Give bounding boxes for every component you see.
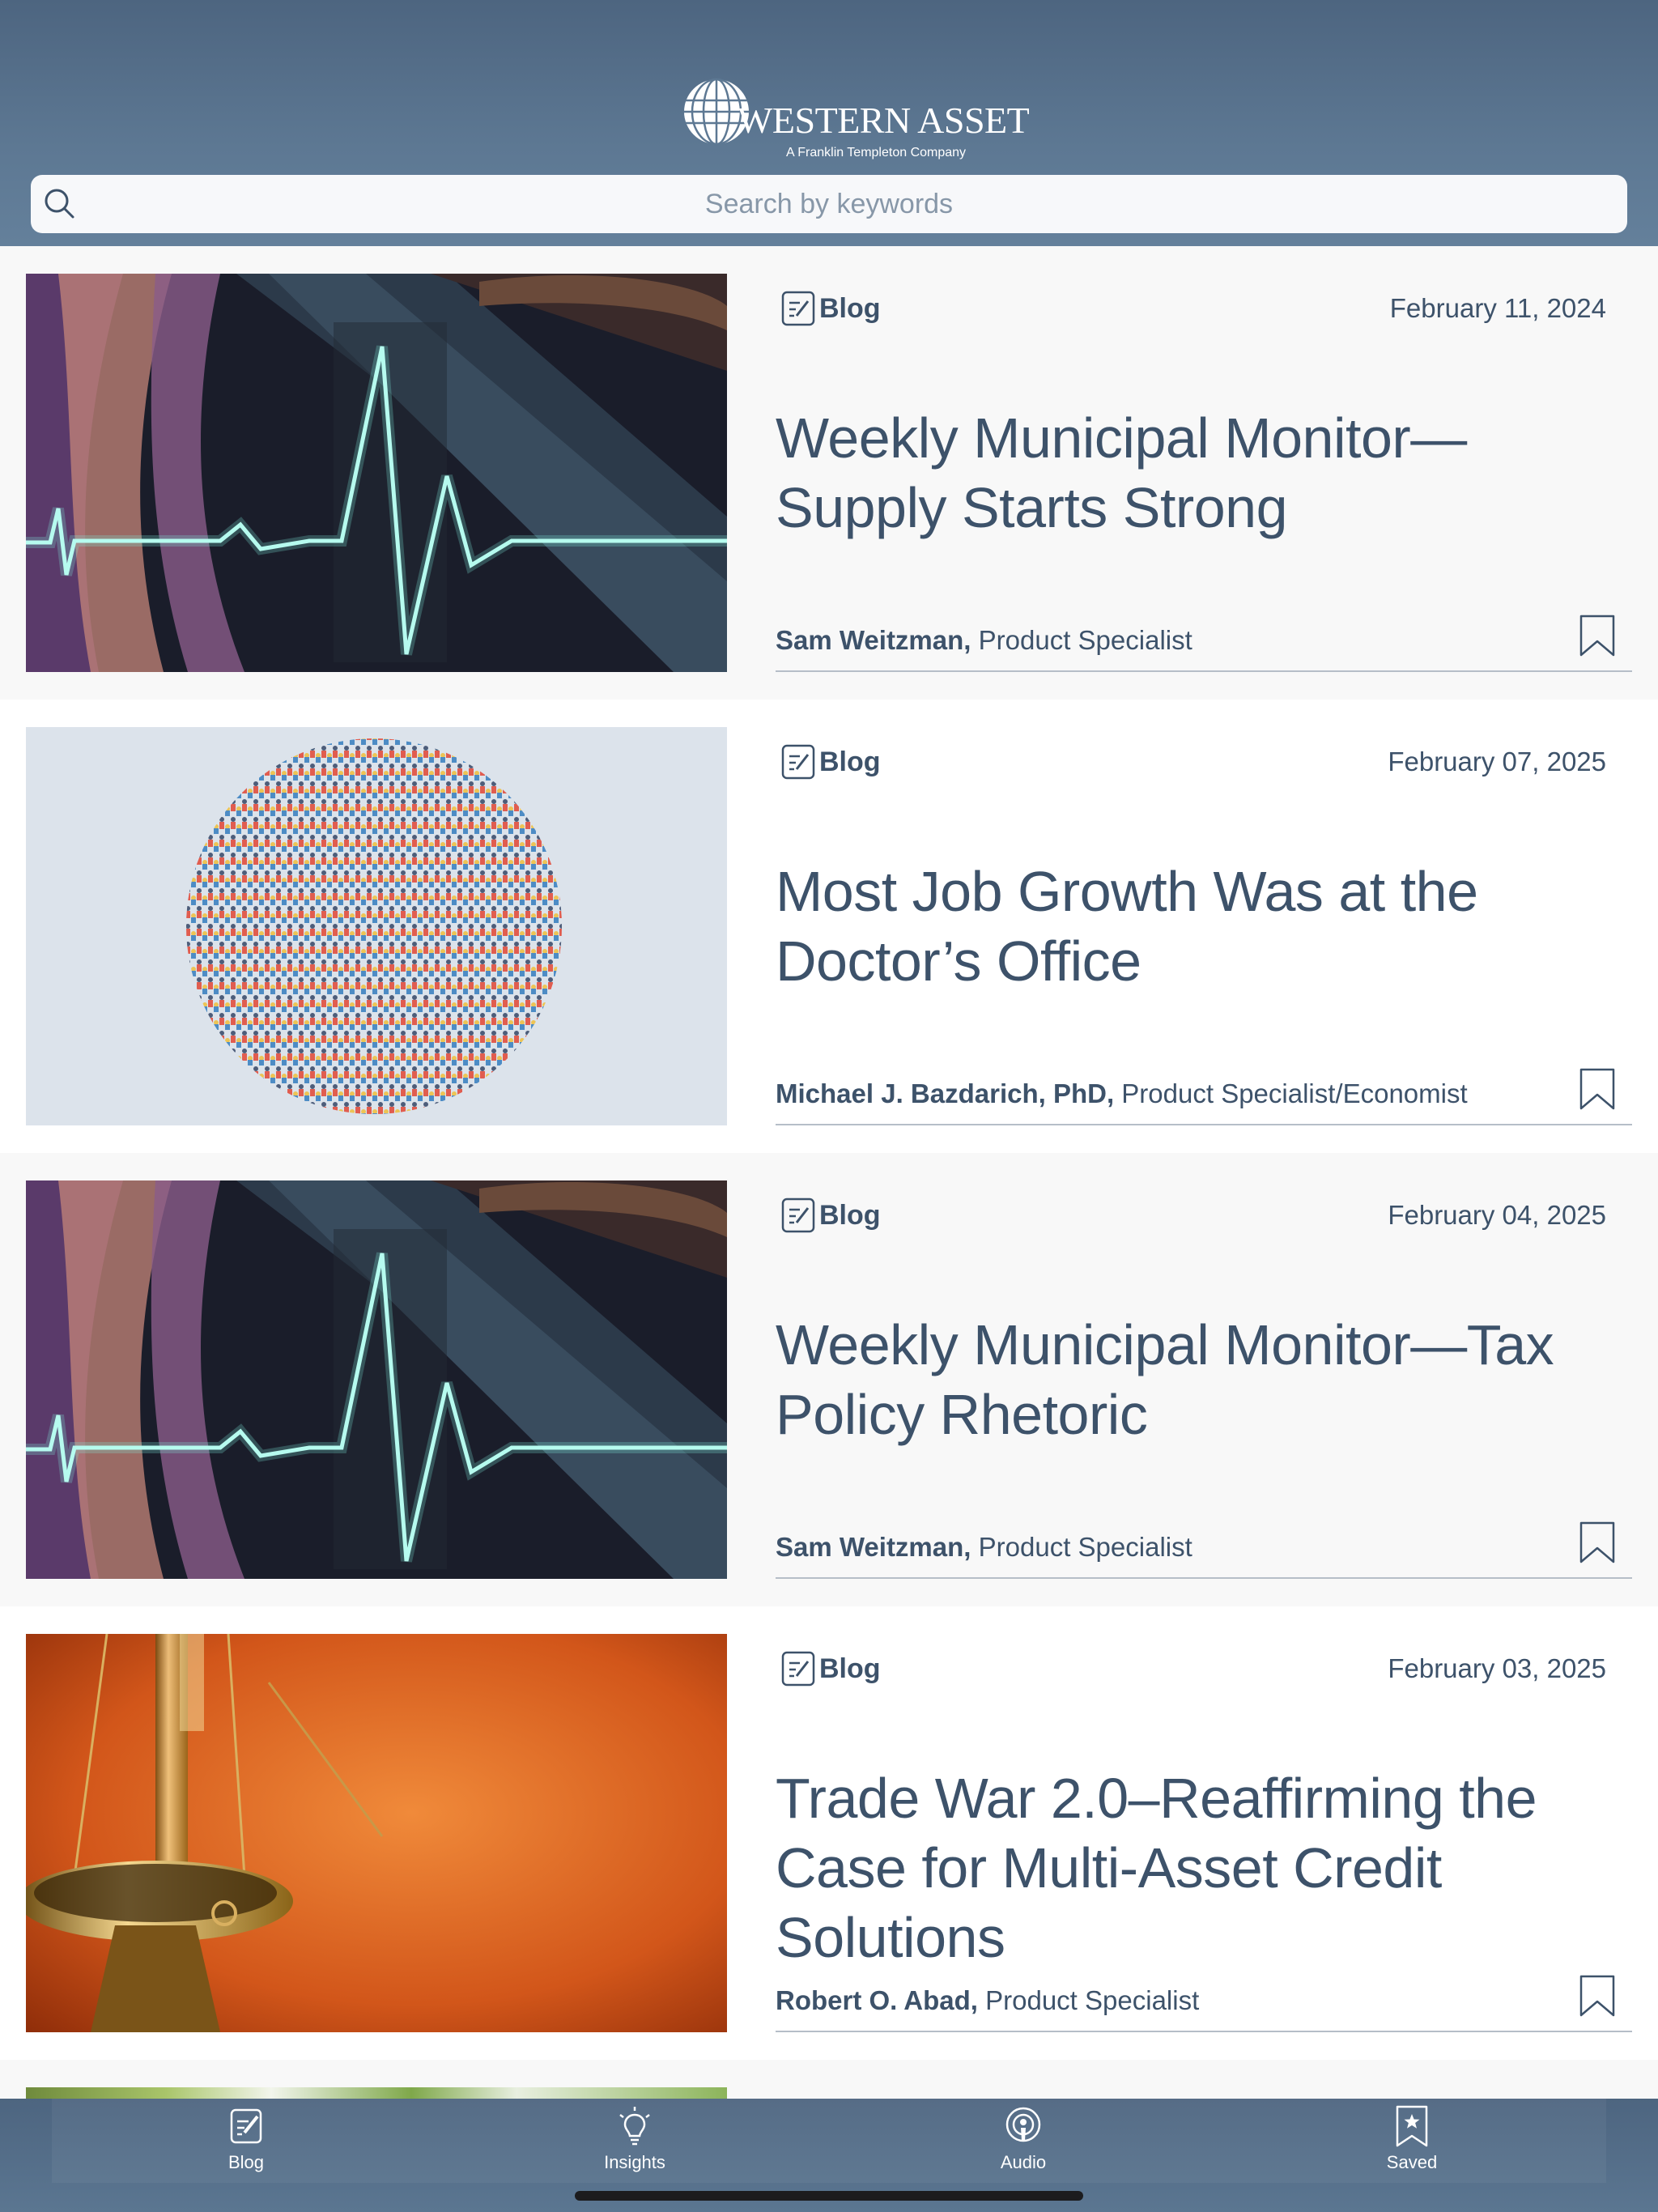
article-card[interactable]: Blog February 11, 2024 Weekly Municipal …: [0, 246, 1658, 700]
bookmark-star-icon: [1396, 2105, 1428, 2147]
card-divider: [776, 1124, 1632, 1125]
search-icon[interactable]: [42, 186, 78, 222]
article-meta: Blog February 07, 2025: [776, 740, 1606, 781]
article-thumbnail-highway-heartbeat[interactable]: [26, 1180, 727, 1579]
article-meta: Blog February 04, 2025: [776, 1193, 1606, 1234]
western-asset-logo: WESTERN ASSET A Franklin Templeton Compa…: [682, 78, 1030, 167]
tab-label: Audio: [1000, 2152, 1047, 2172]
tab-saved[interactable]: Saved: [1331, 2099, 1493, 2183]
bookmark-icon[interactable]: [1579, 1067, 1616, 1111]
article-title[interactable]: Weekly Municipal Monitor—Supply Starts S…: [776, 403, 1634, 542]
bookmark-icon[interactable]: [1579, 1521, 1616, 1564]
author-name: Robert O. Abad,: [776, 1985, 978, 2015]
author-role: Product Specialist: [978, 625, 1192, 655]
blog-icon: [781, 291, 815, 326]
article-title[interactable]: Trade War 2.0–Reaffirming the Case for M…: [776, 1763, 1634, 1972]
blog-icon: [781, 1197, 815, 1233]
search-bar[interactable]: [31, 175, 1627, 233]
article-byline: Sam Weitzman, Product Specialist: [776, 1532, 1192, 1563]
bookmark-icon[interactable]: [1579, 614, 1616, 657]
article-date: February 03, 2025: [1388, 1653, 1606, 1683]
article-byline: Robert O. Abad, Product Specialist: [776, 1985, 1199, 2016]
logo-tagline: A Franklin Templeton Company: [786, 146, 967, 160]
author-role: Product Specialist: [978, 1532, 1192, 1562]
bookmark-icon[interactable]: [1579, 1974, 1616, 2018]
article-meta: Blog February 11, 2024: [776, 287, 1606, 327]
author-role: Product Specialist: [985, 1985, 1200, 2015]
tab-label: Blog: [227, 2152, 265, 2172]
article-thumbnail-crowd-circle[interactable]: [26, 727, 727, 1125]
author-name: Sam Weitzman,: [776, 625, 971, 655]
card-divider: [776, 1577, 1632, 1579]
lightbulb-icon: [619, 2107, 650, 2146]
podcast-icon: [1005, 2107, 1041, 2142]
tab-audio[interactable]: Audio: [942, 2099, 1104, 2183]
category-label: Blog: [819, 747, 881, 777]
tab-label: Insights: [604, 2152, 665, 2172]
article-card[interactable]: Blog February 07, 2025 Most Job Growth W…: [0, 700, 1658, 1153]
article-title[interactable]: Most Job Growth Was at the Doctor’s Offi…: [776, 857, 1634, 996]
blog-icon: [230, 2108, 262, 2144]
card-divider: [776, 2031, 1632, 2032]
tab-insights[interactable]: Insights: [554, 2099, 716, 2183]
author-name: Sam Weitzman,: [776, 1532, 971, 1562]
logo-wordmark: WESTERN ASSET: [738, 100, 1030, 141]
search-input[interactable]: [96, 175, 1562, 233]
article-meta: Blog February 03, 2025: [776, 1647, 1606, 1687]
article-byline: Sam Weitzman, Product Specialist: [776, 625, 1192, 656]
article-byline: Michael J. Bazdarich, PhD, Product Speci…: [776, 1078, 1468, 1109]
article-card[interactable]: Blog February 04, 2025 Weekly Municipal …: [0, 1153, 1658, 1606]
home-indicator[interactable]: [575, 2191, 1083, 2201]
category-label: Blog: [819, 293, 881, 324]
category-label: Blog: [819, 1200, 881, 1231]
article-title[interactable]: Weekly Municipal Monitor—Tax Policy Rhet…: [776, 1310, 1634, 1449]
article-thumbnail-balance-scale[interactable]: [26, 1634, 727, 2032]
article-thumbnail-highway-heartbeat[interactable]: [26, 274, 727, 672]
article-date: February 11, 2024: [1389, 293, 1606, 323]
article-card[interactable]: Blog February 03, 2025 Trade War 2.0–Rea…: [0, 1606, 1658, 2060]
category-label: Blog: [819, 1653, 881, 1684]
author-role: Product Specialist/Economist: [1121, 1078, 1468, 1108]
blog-icon: [781, 1651, 815, 1687]
card-divider: [776, 670, 1632, 672]
article-feed[interactable]: Blog February 11, 2024 Weekly Municipal …: [0, 246, 1658, 2136]
author-name: Michael J. Bazdarich, PhD,: [776, 1078, 1115, 1108]
tab-blog[interactable]: Blog: [165, 2099, 327, 2183]
blog-icon: [781, 744, 815, 780]
article-date: February 04, 2025: [1388, 1200, 1606, 1230]
article-date: February 07, 2025: [1388, 747, 1606, 776]
tab-label: Saved: [1386, 2152, 1438, 2172]
app-header: WESTERN ASSET A Franklin Templeton Compa…: [0, 0, 1658, 246]
